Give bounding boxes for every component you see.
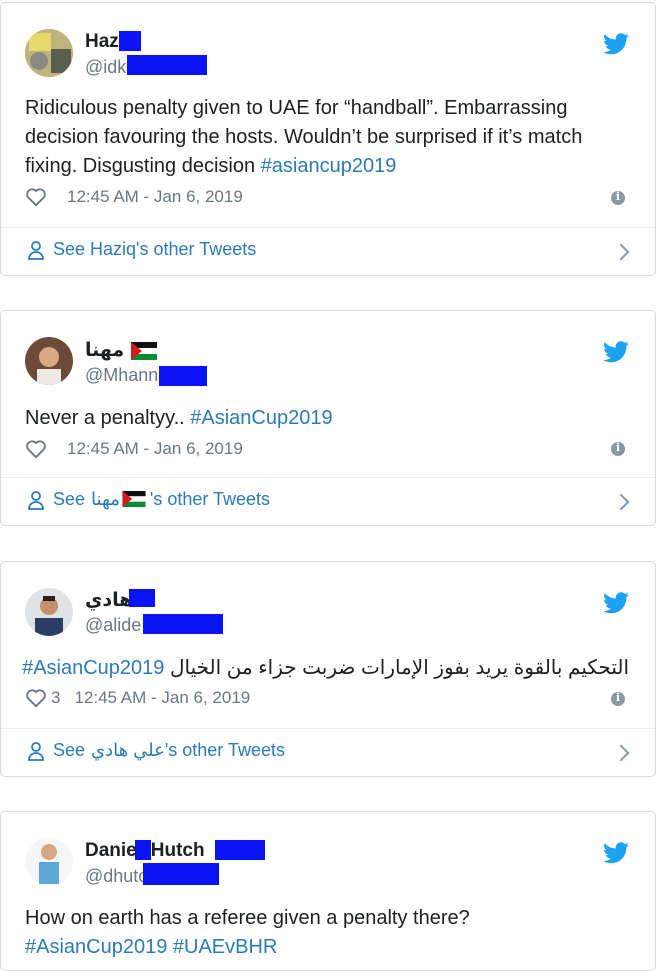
- timestamp[interactable]: 12:45 AM - Jan 6, 2019: [67, 439, 243, 459]
- person-icon: [28, 240, 44, 260]
- tweet-text: التحكيم بالقوة يريد بفوز الإمارات ضربت ج…: [22, 654, 629, 683]
- avatar[interactable]: [25, 588, 73, 636]
- tweet-text: Ridiculous penalty given to UAE for “han…: [25, 97, 583, 177]
- info-icon[interactable]: [611, 190, 625, 205]
- twitter-bird-icon[interactable]: [603, 842, 629, 864]
- author-handle[interactable]: @dhutc: [85, 866, 147, 887]
- heart-icon[interactable]: [25, 439, 47, 459]
- tweet-arabic-text: التحكيم بالقوة يريد بفوز الإمارات ضربت ج…: [169, 657, 629, 679]
- palestine-flag-icon: [131, 341, 158, 360]
- divider: [1, 477, 655, 478]
- twitter-bird-icon[interactable]: [603, 341, 629, 363]
- see-other-tweets-link[interactable]: See علي هادي's other Tweets: [27, 740, 285, 761]
- hashtag-links[interactable]: #AsianCup2019 #UAEvBHR: [25, 933, 633, 962]
- divider: [1, 227, 655, 228]
- tweet-text: Never a penaltyy.. #AsianCup2019: [25, 407, 333, 429]
- tweet-meta: 3 12:45 AM - Jan 6, 2019: [25, 688, 250, 708]
- like-count: 3: [51, 688, 61, 707]
- hashtag-link[interactable]: #AsianCup2019: [22, 657, 164, 679]
- person-icon: [28, 741, 44, 761]
- author-name[interactable]: مهنا: [85, 339, 159, 362]
- tweet-card: Haz @idk Ridiculous penalty given to UAE…: [0, 2, 656, 276]
- divider: [1, 728, 655, 729]
- redaction-block: [119, 31, 141, 51]
- tweet-card: Danie Hutch @dhutc How on earth has a ref…: [0, 811, 656, 971]
- author-handle[interactable]: @idk: [85, 57, 126, 78]
- redaction-block: [143, 863, 219, 885]
- author-name[interactable]: هادي: [85, 589, 132, 612]
- chevron-right-icon[interactable]: [612, 744, 630, 762]
- person-icon: [28, 490, 44, 510]
- tweet-text: How on earth has a referee given a penal…: [25, 904, 633, 962]
- redaction-block: [129, 589, 155, 607]
- avatar[interactable]: [25, 838, 73, 886]
- chevron-right-icon[interactable]: [612, 493, 630, 511]
- chevron-right-icon[interactable]: [612, 243, 630, 261]
- heart-icon[interactable]: [25, 688, 47, 708]
- tweet-meta: 12:45 AM - Jan 6, 2019: [25, 439, 243, 459]
- redaction-block: [159, 366, 207, 386]
- heart-icon[interactable]: [25, 187, 47, 207]
- info-icon[interactable]: [611, 441, 625, 456]
- redaction-block: [135, 840, 151, 860]
- avatar[interactable]: [25, 29, 73, 77]
- hashtag-link[interactable]: #AsianCup2019: [190, 407, 332, 429]
- twitter-bird-icon[interactable]: [603, 592, 629, 614]
- info-icon[interactable]: [611, 691, 625, 706]
- twitter-bird-icon[interactable]: [603, 33, 629, 55]
- tweet-card: مهنا @Mhann Never a penaltyy.. #AsianCup…: [0, 310, 656, 526]
- see-other-tweets-link[interactable]: See مهنا 's other Tweets: [27, 489, 270, 510]
- tweet-meta: 12:45 AM - Jan 6, 2019: [25, 187, 243, 207]
- timestamp[interactable]: 12:45 AM - Jan 6, 2019: [67, 187, 243, 207]
- tweet-card: هادي @alide التحكيم بالقوة يريد بفوز الإ…: [0, 561, 656, 777]
- avatar[interactable]: [25, 337, 73, 385]
- redaction-block: [143, 614, 223, 634]
- see-other-tweets-link[interactable]: See Haziq's other Tweets: [27, 239, 256, 260]
- palestine-flag-icon: [122, 490, 148, 509]
- timestamp[interactable]: 12:45 AM - Jan 6, 2019: [74, 688, 250, 708]
- author-handle[interactable]: @alide: [85, 615, 141, 636]
- redaction-block: [127, 55, 207, 75]
- redaction-block: [215, 840, 265, 860]
- hashtag-link[interactable]: #asiancup2019: [261, 155, 397, 177]
- author-handle[interactable]: @Mhann: [85, 365, 158, 386]
- author-name[interactable]: Haz: [85, 31, 119, 53]
